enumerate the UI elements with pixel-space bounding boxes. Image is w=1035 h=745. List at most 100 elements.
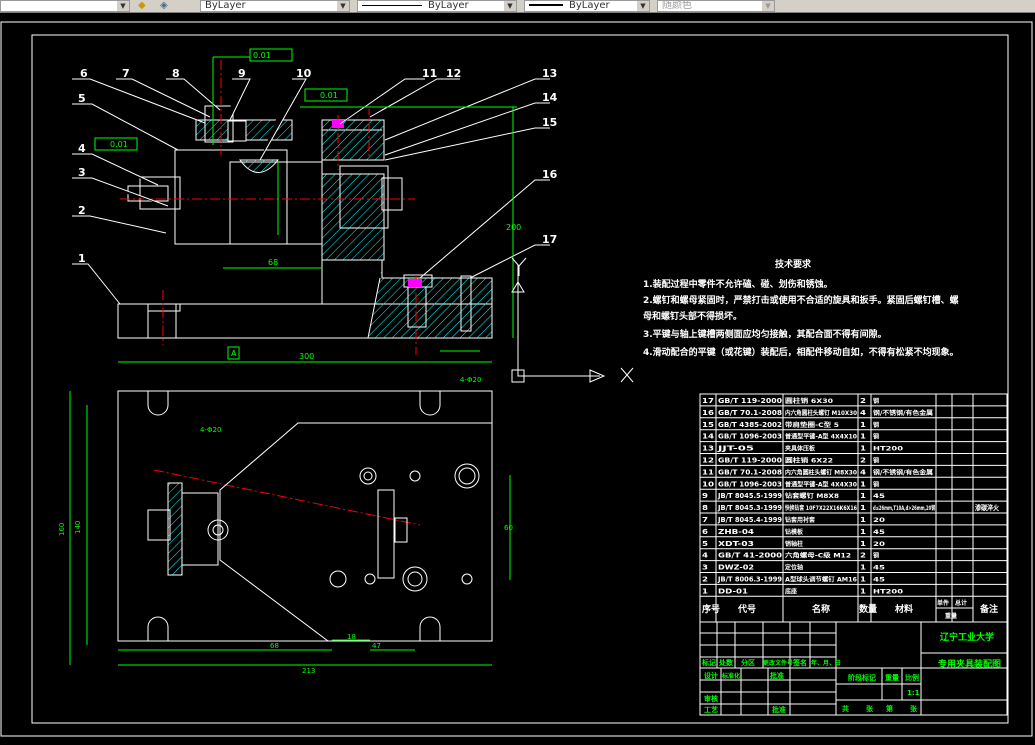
header-remark: 备注 [979, 603, 998, 615]
dim-text: 68 [270, 642, 279, 650]
table-cell: 底座 [785, 587, 797, 595]
part-label-17: 17 [542, 233, 557, 246]
table-cell: JJT-05 [716, 445, 754, 453]
table-cell: DD-01 [718, 587, 748, 595]
table-cell: A型球头调节螺钉 AM16 [785, 576, 857, 584]
table-cell: 钢/不锈钢/有色金属 [873, 409, 933, 417]
properties-toolbar: ▼ ◆ ◈ ByLayer ▼ ByLayer ▼ ByLayer ▼ 随颜色 ▼ [0, 0, 1035, 13]
table-cell: 9 [702, 492, 708, 500]
part-label-16: 16 [542, 168, 558, 181]
plotstyle-dropdown[interactable]: 随颜色 ▼ [657, 0, 775, 12]
tb-label: 年、月、日 [811, 659, 841, 667]
tb-label: 工艺 [704, 705, 718, 714]
part-label-14: 14 [542, 91, 558, 104]
part-label-3: 3 [78, 166, 86, 179]
table-cell: GB/T 119-2000 [718, 457, 782, 465]
lineweight-dropdown[interactable]: ByLayer ▼ [524, 0, 650, 12]
tb-label: 共 [842, 704, 849, 713]
drawing-canvas[interactable]: 6 7 8 9 10 5 4 3 2 1 11 12 13 14 15 16 17 0.01 0.01 0.01… [0, 13, 1035, 741]
tb-label: 批准 [770, 671, 784, 680]
color-dropdown[interactable]: ByLayer ▼ [200, 0, 350, 12]
scale-value: 1:1 [907, 689, 920, 697]
dim-text: 60 [504, 524, 513, 532]
table-cell: 1 [860, 540, 866, 548]
table-cell: 4 [860, 468, 866, 476]
part-label-15: 15 [542, 116, 557, 129]
front-view [117, 105, 493, 339]
dim-text: 160 [58, 523, 66, 536]
dim-text: 4-Φ20 [460, 376, 481, 384]
table-cell: 45 [873, 565, 885, 572]
tb-label: 第 [886, 704, 893, 713]
tb-label: 阶段标记 [848, 673, 876, 682]
table-cell: 钢/不锈钢/有色金属 [873, 468, 933, 476]
header-unit: 单件 [937, 599, 949, 607]
table-cell: 1 [860, 492, 866, 500]
table-cell: 6 [702, 528, 708, 536]
table-cell: 钻模板 [785, 528, 804, 536]
header-code: 代号 [737, 603, 756, 615]
table-cell: 3 [702, 564, 708, 572]
tech-line: 母和螺钉头部不得损坏。 [643, 310, 742, 322]
table-cell: 钻套用衬套 [785, 516, 815, 524]
table-cell: GB/T 4385-2002 [718, 421, 782, 429]
plan-dim-texts: 160 140 213 68 18 47 60 4-Φ20 4-Φ20 [58, 376, 513, 675]
drawing-frame [31, 34, 1009, 724]
tb-label: 处数 [718, 658, 734, 667]
layer-stack-icon[interactable]: ◈ [160, 0, 168, 11]
parts-list-table: 17 GB/T 119-2000 圆柱销 6X30 2 钢16 GB/T 70.1-200… [699, 393, 1008, 623]
table-cell: 13 [702, 445, 714, 453]
table-cell: 45 [873, 529, 885, 536]
table-cell: 快换钻套 10F7X22X16K6X16 [784, 504, 857, 512]
table-cell: 20 [873, 541, 885, 548]
table-cell: 1 [860, 421, 866, 429]
table-cell: 1 [860, 516, 866, 524]
sheet-border [0, 21, 1033, 737]
table-cell: 销轴柱 [785, 540, 803, 548]
tech-line: 2.螺钉和螺母紧固时，严禁打击或使用不合适的旋具和扳手。紧固后螺钉槽、螺 [643, 294, 959, 306]
header-no: 序号 [702, 603, 720, 615]
tech-line: 4.滑动配合的平键（或花键）装配后，相配件移动自如，不得有松紧不均现象。 [643, 346, 959, 358]
dim-text: 47 [372, 642, 381, 650]
table-cell: 普通型平键-A型 4X4X10 [785, 433, 857, 441]
table-cell: 圆柱销 6X22 [785, 457, 833, 465]
tolerance-text: 0.01 [320, 91, 338, 100]
tb-label: 比例 [905, 673, 919, 682]
dim-text: 300 [299, 352, 314, 361]
table-cell: 圆柱销 6X30 [785, 397, 833, 405]
part-label-12: 12 [446, 67, 461, 80]
chevron-down-icon: ▼ [337, 1, 349, 11]
linetype-dropdown[interactable]: ByLayer ▼ [357, 0, 517, 12]
table-cell: 4 [702, 552, 708, 560]
table-cell: 内六角圆柱头螺钉 M8X30 [785, 468, 857, 476]
line-sample [362, 4, 422, 6]
datum-label: A [231, 349, 237, 358]
table-cell: 2 [860, 397, 866, 405]
table-cell: 2 [860, 552, 866, 560]
table-cell: 1 [860, 433, 866, 441]
tech-line: 3.平键与轴上键槽两侧面应均匀接触，其配合面不得有间隙。 [643, 328, 887, 340]
tb-label: 设计 [704, 671, 718, 680]
plan-view [117, 390, 493, 642]
header-qty: 数量 [859, 603, 877, 615]
table-cell: 15 [702, 421, 714, 429]
table-cell: GB/T 1096-2003 [718, 480, 782, 488]
tolerance-text: 0.01 [110, 140, 128, 149]
table-cell: GB/T 1096-2003 [718, 433, 782, 441]
tb-label: 批准 [772, 705, 786, 714]
part-number-labels: 6 7 8 9 105432111 12 1314151617 [78, 67, 558, 265]
line-sample [529, 4, 563, 6]
dim-text: 140 [74, 521, 82, 534]
layer-tool-icon[interactable]: ◆ [138, 0, 146, 11]
part-label-9: 9 [238, 67, 246, 80]
table-cell: HT200 [873, 588, 903, 595]
chevron-down-icon: ▼ [637, 1, 649, 11]
table-cell: 1 [860, 480, 866, 488]
table-cell: 2 [702, 576, 708, 584]
table-cell: 渗碳淬火 [975, 503, 1000, 512]
title-block-text: 辽宁工业大学 专用夹具装配图 标记 处数 分区 更改文件号 签名 年、月、日 设… [701, 631, 1001, 714]
layer-dropdown[interactable]: ▼ [0, 0, 130, 12]
part-label-5: 5 [78, 92, 86, 105]
part-label-4: 4 [78, 142, 86, 155]
table-cell: 六角螺母-C级 M12 [785, 552, 851, 560]
